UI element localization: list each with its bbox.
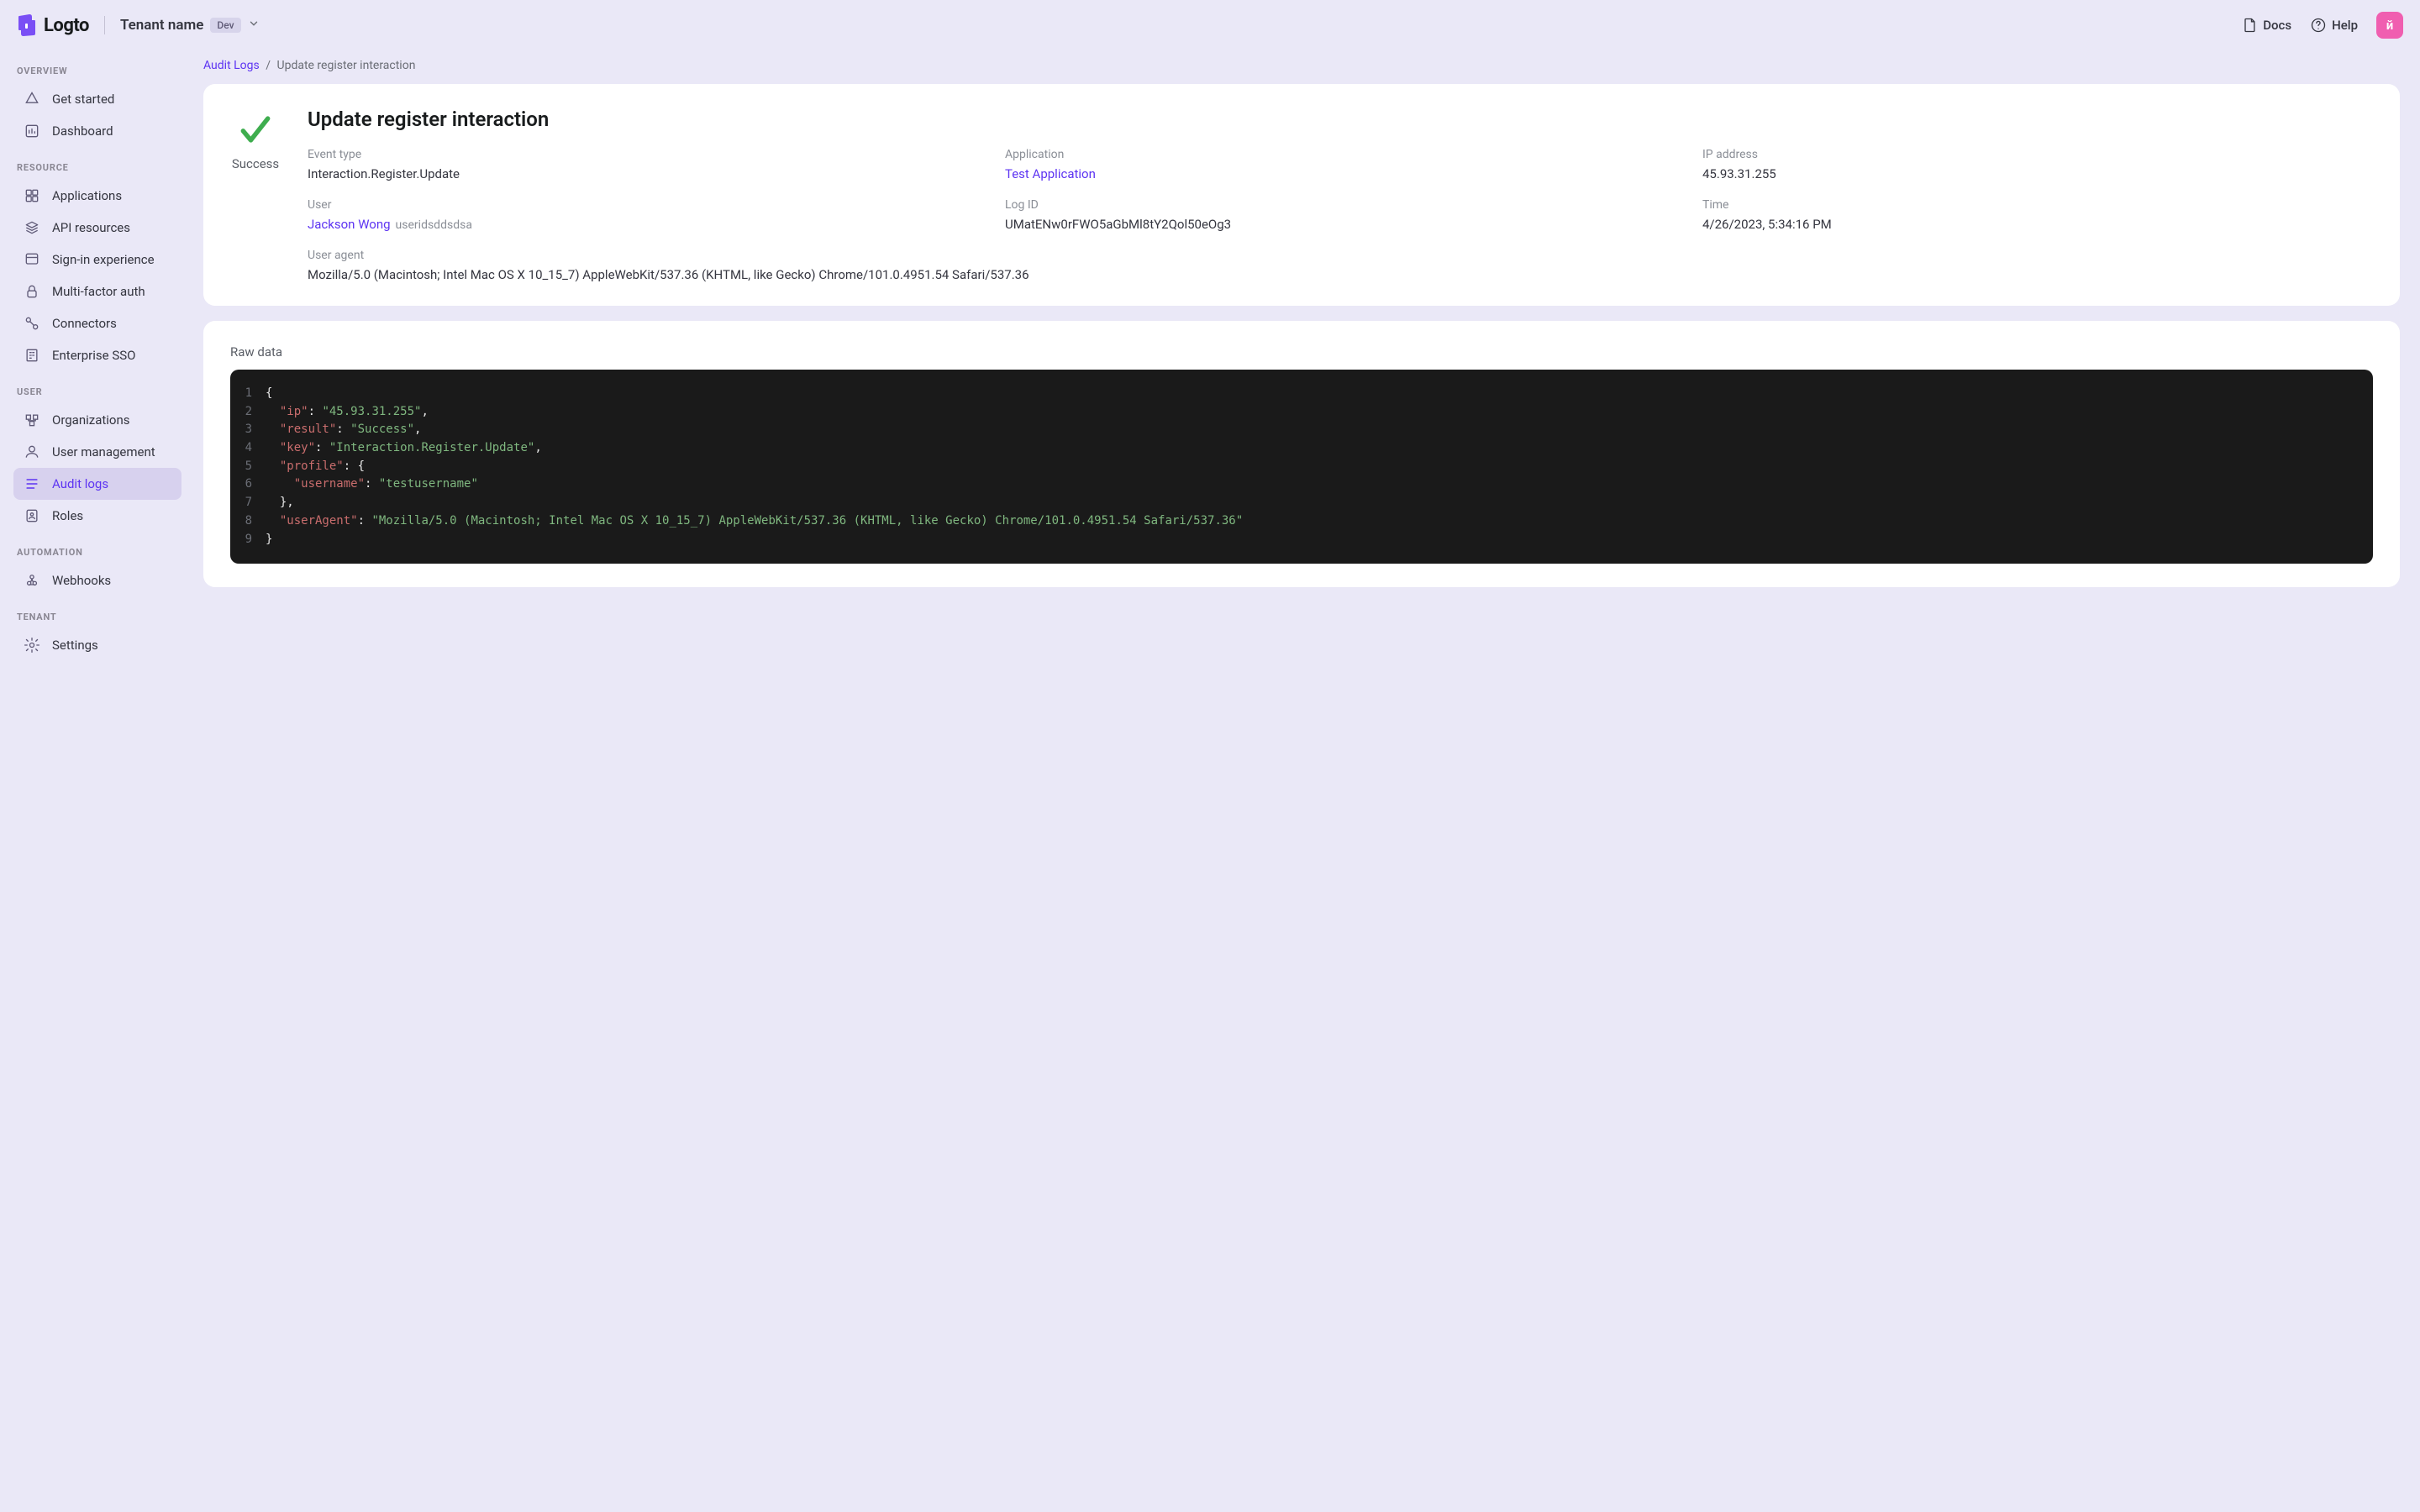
sidebar-item-api-resources[interactable]: API resources (13, 212, 182, 244)
chevron-down-icon (248, 18, 260, 33)
raw-data-card: Raw data 1{2 "ip": "45.93.31.255",3 "res… (203, 321, 2400, 587)
sidebar-item-label: Enterprise SSO (52, 348, 135, 363)
status-column: Success (230, 108, 281, 282)
sidebar-item-label: Audit logs (52, 476, 108, 491)
meta-event-type: Event type Interaction.Register.Update (308, 148, 978, 181)
page-title: Update register interaction (308, 108, 2373, 131)
get-started-icon (24, 91, 40, 108)
sidebar-item-label: Organizations (52, 412, 130, 428)
tenant-switcher[interactable]: Tenant name Dev (120, 17, 260, 34)
sidebar: OVERVIEW Get started Dashboard RESOURCE Appl… (0, 50, 195, 681)
sidebar-section-label: TENANT (13, 596, 182, 629)
avatar[interactable]: й (2376, 12, 2403, 39)
sidebar-section-label: RESOURCE (13, 147, 182, 180)
check-icon (237, 111, 274, 148)
meta-user-agent: User agent Mozilla/5.0 (Macintosh; Intel… (308, 249, 2373, 282)
sidebar-item-user-mgmt[interactable]: User management (13, 436, 182, 468)
connectors-icon (24, 315, 40, 332)
sidebar-item-webhooks[interactable]: Webhooks (13, 564, 182, 596)
meta-log-id: Log ID UMatENw0rFWO5aGbMl8tY2Qol50eOg3 (1005, 198, 1676, 232)
breadcrumb: Audit Logs / Update register interaction (203, 59, 2400, 72)
mfa-icon (24, 283, 40, 300)
logo-text: Logto (44, 15, 89, 36)
code-line: 9} (230, 531, 2373, 549)
enterprise-sso-icon (24, 347, 40, 364)
roles-icon (24, 507, 40, 524)
dashboard-icon (24, 123, 40, 139)
help-icon (2310, 17, 2327, 34)
topbar: Logto Tenant name Dev Docs Help й (0, 0, 2420, 50)
detail-card: Success Update register interaction Even… (203, 84, 2400, 306)
sidebar-item-label: Get started (52, 92, 114, 107)
sidebar-item-get-started[interactable]: Get started (13, 83, 182, 115)
sidebar-item-label: Sign-in experience (52, 252, 155, 267)
user-link[interactable]: Jackson Wong (308, 217, 391, 232)
code-line: 6 "username": "testusername" (230, 475, 2373, 494)
code-line: 4 "key": "Interaction.Register.Update", (230, 439, 2373, 458)
code-block: 1{2 "ip": "45.93.31.255",3 "result": "Su… (230, 370, 2373, 564)
docs-link[interactable]: Docs (2241, 17, 2291, 34)
sidebar-section-label: OVERVIEW (13, 50, 182, 83)
sidebar-item-label: Applications (52, 188, 122, 203)
meta-time: Time 4/26/2023, 5:34:16 PM (1702, 198, 2373, 232)
user-id: useridsddsdsa (396, 218, 472, 232)
sidebar-item-connectors[interactable]: Connectors (13, 307, 182, 339)
code-line: 2 "ip": "45.93.31.255", (230, 403, 2373, 422)
sidebar-item-label: API resources (52, 220, 130, 235)
sidebar-item-enterprise-sso[interactable]: Enterprise SSO (13, 339, 182, 371)
sidebar-item-dashboard[interactable]: Dashboard (13, 115, 182, 147)
api-resources-icon (24, 219, 40, 236)
sidebar-item-roles[interactable]: Roles (13, 500, 182, 532)
webhooks-icon (24, 572, 40, 589)
sidebar-item-label: Connectors (52, 316, 117, 331)
settings-icon (24, 637, 40, 654)
raw-data-title: Raw data (230, 344, 2373, 360)
sign-in-exp-icon (24, 251, 40, 268)
docs-label: Docs (2263, 18, 2291, 33)
audit-logs-icon (24, 475, 40, 492)
sidebar-item-label: Dashboard (52, 123, 113, 139)
code-line: 8 "userAgent": "Mozilla/5.0 (Macintosh; … (230, 512, 2373, 531)
sidebar-item-label: Settings (52, 638, 98, 653)
meta-application: Application Test Application (1005, 148, 1676, 181)
organizations-icon (24, 412, 40, 428)
main-content: Audit Logs / Update register interaction… (195, 50, 2420, 681)
logo-icon (17, 13, 37, 37)
sidebar-item-settings[interactable]: Settings (13, 629, 182, 661)
code-line: 1{ (230, 385, 2373, 403)
applications-icon (24, 187, 40, 204)
meta-user: User Jackson Wonguseridsddsdsa (308, 198, 978, 232)
meta-ip: IP address 45.93.31.255 (1702, 148, 2373, 181)
sidebar-item-audit-logs[interactable]: Audit logs (13, 468, 182, 500)
sidebar-section-label: USER (13, 371, 182, 404)
doc-icon (2241, 17, 2258, 34)
code-line: 5 "profile": { (230, 458, 2373, 476)
sidebar-item-sign-in-exp[interactable]: Sign-in experience (13, 244, 182, 276)
breadcrumb-current: Update register interaction (277, 59, 416, 72)
help-link[interactable]: Help (2310, 17, 2358, 34)
status-label: Success (232, 156, 279, 171)
logo[interactable]: Logto (17, 13, 89, 37)
sidebar-section-label: AUTOMATION (13, 532, 182, 564)
sidebar-item-label: Multi-factor auth (52, 284, 145, 299)
help-label: Help (2332, 18, 2358, 33)
sidebar-item-label: Webhooks (52, 573, 111, 588)
breadcrumb-sep: / (266, 59, 271, 72)
sidebar-item-label: User management (52, 444, 155, 459)
tenant-name: Tenant name (120, 17, 203, 34)
sidebar-item-mfa[interactable]: Multi-factor auth (13, 276, 182, 307)
sidebar-item-applications[interactable]: Applications (13, 180, 182, 212)
user-mgmt-icon (24, 444, 40, 460)
code-line: 3 "result": "Success", (230, 421, 2373, 439)
sidebar-item-label: Roles (52, 508, 83, 523)
tenant-badge: Dev (210, 18, 240, 33)
application-link[interactable]: Test Application (1005, 166, 1096, 181)
code-line: 7 }, (230, 494, 2373, 512)
sidebar-item-organizations[interactable]: Organizations (13, 404, 182, 436)
divider (104, 16, 105, 34)
breadcrumb-parent[interactable]: Audit Logs (203, 59, 260, 72)
